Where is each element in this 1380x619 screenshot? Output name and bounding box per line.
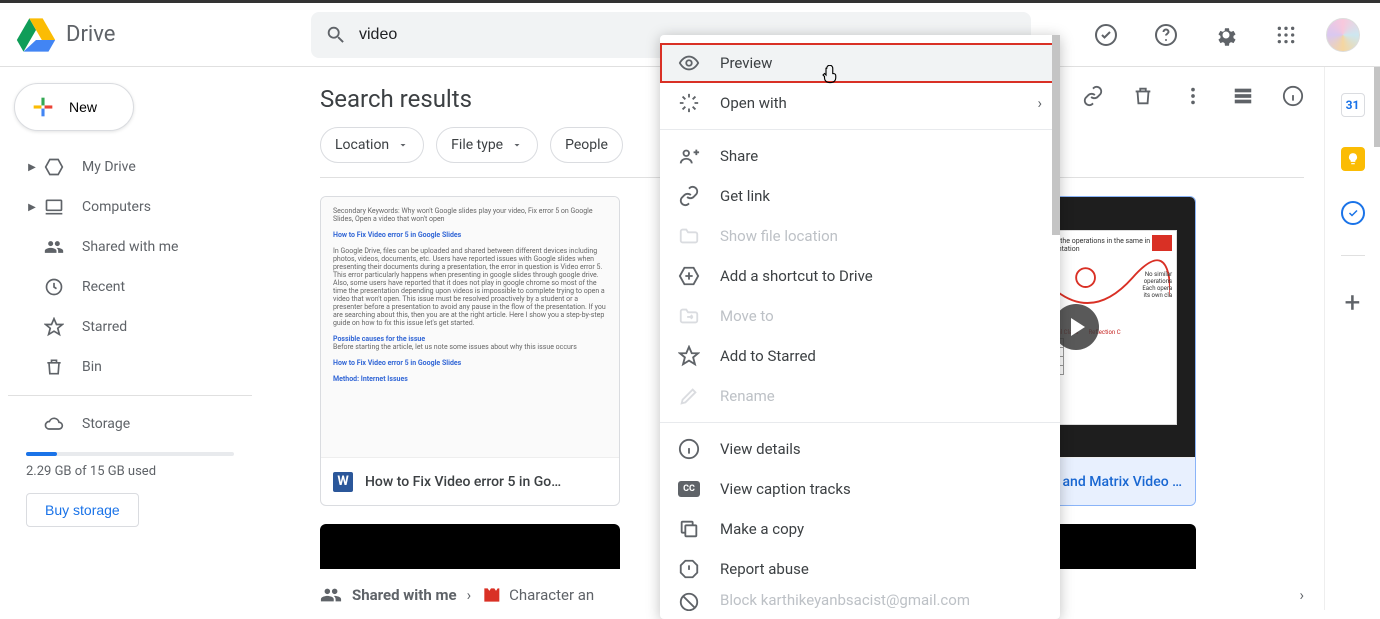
get-link-toolbar-icon[interactable]: [1082, 85, 1104, 107]
menu-item-eye[interactable]: Preview: [660, 43, 1060, 83]
settings-icon[interactable]: [1206, 15, 1246, 55]
card-title: How to Fix Video error 5 in Go…: [365, 474, 561, 490]
shared-icon: [320, 584, 342, 606]
sidebar-item-storage[interactable]: Storage: [8, 404, 252, 444]
drive-icon: [16, 15, 56, 55]
apps-icon[interactable]: [1266, 15, 1306, 55]
side-panel: 31 +: [1324, 67, 1380, 610]
menu-item-report[interactable]: Report abuse: [660, 549, 1060, 589]
tasks-addon-icon[interactable]: [1341, 201, 1365, 225]
sidebar-item-starred[interactable]: Starred: [8, 307, 252, 347]
chip-filetype[interactable]: File type: [436, 127, 538, 163]
sidebar-item-mydrive[interactable]: ▶ My Drive: [8, 147, 252, 187]
menu-item-open[interactable]: Open with›: [660, 83, 1060, 123]
chip-location[interactable]: Location: [320, 127, 424, 163]
sidebar-item-computers[interactable]: ▶ Computers: [8, 187, 252, 227]
menu-item-folder: Show file location: [660, 216, 1060, 256]
keep-addon-icon[interactable]: [1341, 147, 1365, 171]
doc-thumbnail: Secondary Keywords: Why won't Google sli…: [321, 197, 619, 457]
video-file-icon: [481, 585, 501, 605]
logo[interactable]: Drive: [16, 15, 256, 55]
result-card-partial[interactable]: [320, 524, 620, 569]
menu-item-shortcut[interactable]: Add a shortcut to Drive: [660, 256, 1060, 296]
context-menu: Preview Open with› Share Get link Show f…: [660, 35, 1060, 619]
chevron-down-icon: [397, 139, 409, 151]
menu-item-pencil: Rename: [660, 376, 1060, 416]
sidebar-item-recent[interactable]: Recent: [8, 267, 252, 307]
search-icon: [325, 24, 347, 46]
menu-item-share[interactable]: Share: [660, 136, 1060, 176]
list-view-toolbar-icon[interactable]: [1232, 85, 1254, 107]
details-toolbar-icon[interactable]: [1282, 85, 1304, 107]
search-input[interactable]: [359, 26, 559, 44]
plus-icon: [29, 93, 57, 121]
sidebar-item-shared[interactable]: Shared with me: [8, 227, 252, 267]
account-avatar[interactable]: [1326, 18, 1360, 52]
calendar-addon-icon[interactable]: 31: [1341, 93, 1365, 117]
buy-storage-button[interactable]: Buy storage: [26, 493, 139, 527]
computers-icon: [44, 197, 64, 217]
new-button-label: New: [69, 99, 97, 115]
ready-offline-icon[interactable]: [1086, 15, 1126, 55]
menu-item-cc[interactable]: CC View caption tracks: [660, 469, 1060, 509]
more-toolbar-icon[interactable]: [1182, 85, 1204, 107]
product-name: Drive: [66, 22, 115, 47]
delete-toolbar-icon[interactable]: [1132, 85, 1154, 107]
menu-item-copy[interactable]: Make a copy: [660, 509, 1060, 549]
menu-item-link[interactable]: Get link: [660, 176, 1060, 216]
breadcrumb-next[interactable]: ›: [1299, 586, 1304, 604]
get-addons-icon[interactable]: +: [1345, 286, 1361, 319]
recent-icon: [44, 277, 64, 297]
shared-icon: [44, 237, 64, 257]
menu-item-star[interactable]: Add to Starred: [660, 336, 1060, 376]
menu-item-move: Move to: [660, 296, 1060, 336]
word-file-icon: W: [333, 472, 353, 492]
menu-item-info[interactable]: View details: [660, 429, 1060, 469]
chevron-down-icon: [511, 139, 523, 151]
sidebar-item-bin[interactable]: Bin: [8, 347, 252, 387]
breadcrumb-current[interactable]: Character an: [509, 586, 594, 604]
bin-icon: [44, 357, 64, 377]
chip-people[interactable]: People: [550, 127, 623, 163]
drive-nav-icon: [44, 157, 64, 177]
menu-item-block[interactable]: Block karthikeyanbsacist@gmail.com: [660, 589, 1060, 611]
result-card[interactable]: Secondary Keywords: Why won't Google sli…: [320, 196, 620, 506]
help-icon[interactable]: [1146, 15, 1186, 55]
sidebar: New ▶ My Drive ▶ Computers Shared with m…: [0, 67, 260, 610]
breadcrumb-root[interactable]: Shared with me: [352, 586, 457, 604]
storage-bar: [26, 452, 234, 456]
star-icon: [44, 317, 64, 337]
storage-used-text: 2.29 GB of 15 GB used: [26, 464, 234, 479]
new-button[interactable]: New: [14, 83, 134, 131]
cloud-icon: [44, 414, 64, 434]
